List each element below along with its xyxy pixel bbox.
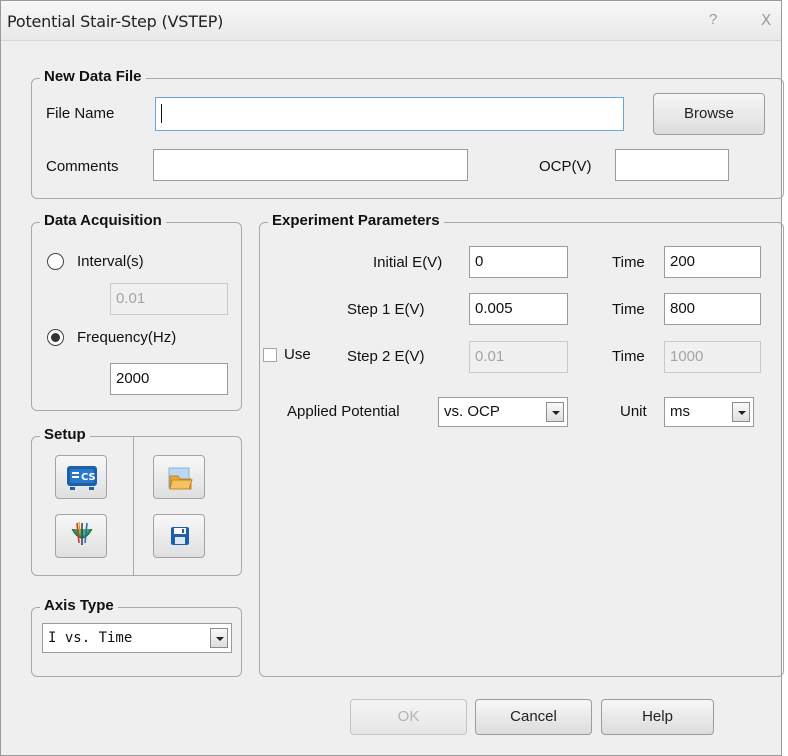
axis-type-value: I vs. Time (48, 630, 133, 646)
experiment-parameters-legend: Experiment Parameters (268, 212, 444, 229)
comments-label: Comments (46, 158, 119, 175)
step2-time-label: Time (612, 348, 645, 365)
window-title: Potential Stair-Step (VSTEP) (7, 12, 224, 31)
instrument-cs-icon: CS (67, 466, 97, 490)
new-data-file-legend: New Data File (40, 68, 146, 85)
help-button[interactable]: Help (601, 699, 714, 735)
use-step2-checkbox[interactable] (263, 348, 277, 362)
use-step2-label: Use (284, 346, 311, 363)
initial-e-input[interactable]: 0 (469, 246, 568, 278)
unit-select[interactable]: ms (664, 397, 754, 427)
setup-divider (133, 437, 134, 575)
electrode-icon (71, 521, 93, 545)
unit-value: ms (670, 403, 690, 420)
experiment-parameters-group: Experiment Parameters (259, 212, 784, 677)
axis-type-legend: Axis Type (40, 597, 118, 614)
open-folder-icon (168, 467, 193, 490)
chevron-down-icon[interactable] (210, 628, 228, 648)
step2-e-input[interactable]: 0.01 (469, 341, 568, 373)
help-icon[interactable]: ? (709, 11, 717, 28)
axis-type-select[interactable]: I vs. Time (42, 623, 232, 653)
step1-e-input[interactable]: 0.005 (469, 293, 568, 325)
text-caret (161, 103, 162, 123)
initial-time-label: Time (612, 254, 645, 271)
data-acquisition-legend: Data Acquisition (40, 212, 166, 229)
instrument-cs-button[interactable]: CS (55, 455, 107, 499)
frequency-radio[interactable] (47, 329, 64, 346)
interval-input[interactable]: 0.01 (110, 283, 228, 315)
initial-e-label: Initial E(V) (373, 254, 443, 271)
step1-time-label: Time (612, 301, 645, 318)
applied-potential-select[interactable]: vs. OCP (438, 397, 568, 427)
step1-e-label: Step 1 E(V) (347, 301, 425, 318)
applied-potential-label: Applied Potential (287, 403, 400, 420)
step2-time-input[interactable]: 1000 (664, 341, 761, 373)
cancel-button[interactable]: Cancel (475, 699, 592, 735)
ocp-label: OCP(V) (539, 158, 592, 175)
dialog-window: Potential Stair-Step (VSTEP) ? X New Dat… (0, 0, 784, 756)
cs-icon-text: CS (81, 472, 96, 483)
step1-time-input[interactable]: 800 (664, 293, 761, 325)
ocp-input[interactable] (615, 149, 729, 181)
browse-button[interactable]: Browse (653, 93, 765, 135)
unit-label: Unit (620, 403, 647, 420)
chevron-down-icon[interactable] (546, 402, 564, 422)
close-icon[interactable]: X (761, 11, 771, 29)
comments-input[interactable] (153, 149, 468, 181)
interval-label: Interval(s) (77, 253, 144, 270)
interval-radio[interactable] (47, 253, 64, 270)
initial-time-input[interactable]: 200 (664, 246, 761, 278)
frequency-label: Frequency(Hz) (77, 329, 177, 346)
ok-button[interactable]: OK (350, 699, 467, 735)
applied-potential-value: vs. OCP (444, 403, 500, 420)
title-bar: Potential Stair-Step (VSTEP) ? X (1, 1, 781, 41)
setup-legend: Setup (40, 426, 90, 443)
frequency-input[interactable]: 2000 (110, 363, 228, 395)
open-folder-button[interactable] (153, 455, 205, 499)
save-disk-icon (171, 527, 189, 545)
file-name-label: File Name (46, 105, 115, 122)
file-name-input[interactable] (155, 97, 624, 131)
electrode-button[interactable] (55, 514, 107, 558)
step2-e-label: Step 2 E(V) (347, 348, 425, 365)
save-button[interactable] (153, 514, 205, 558)
chevron-down-icon[interactable] (732, 402, 750, 422)
